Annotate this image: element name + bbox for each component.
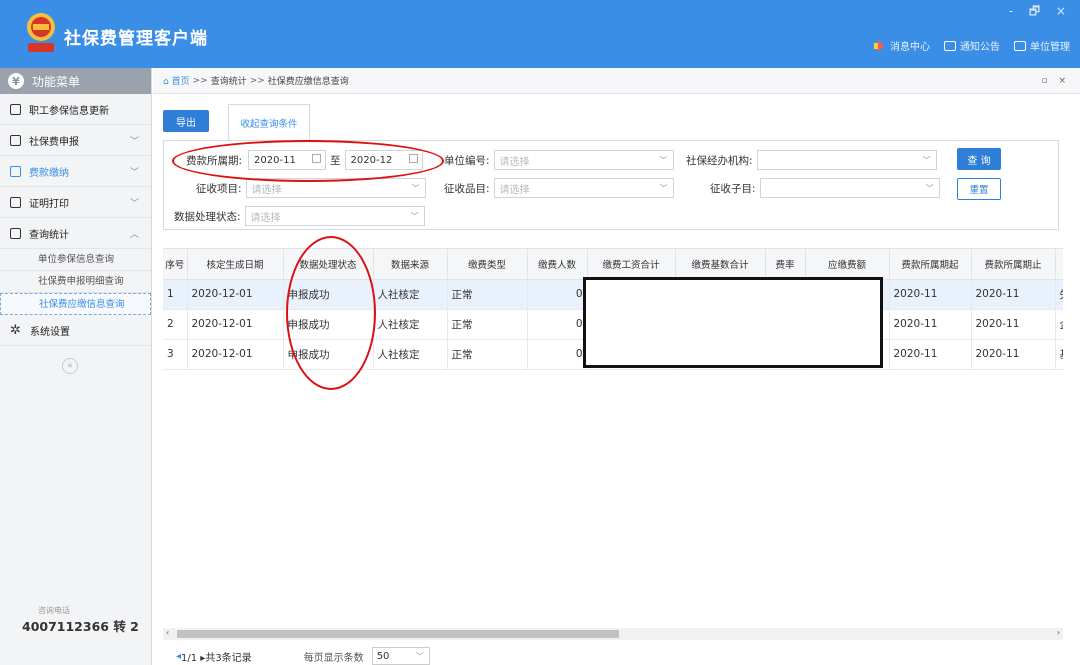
sidebar-item-print[interactable]: 证明打印 ﹀ <box>0 187 151 218</box>
app-header: 社保费管理客户端 - 🗗 × 消息中心 通知公告 单位管理 <box>0 0 1080 68</box>
building-icon <box>1014 40 1026 51</box>
col-header[interactable]: 费款所属期起 <box>889 249 972 280</box>
agency-select[interactable]: ﹀ <box>756 150 937 170</box>
calendar-icon <box>408 154 418 163</box>
pay-icon <box>10 165 21 177</box>
unit-no-field: 单位编号: 请选择 ﹀ <box>444 150 674 170</box>
page-info: 1/1 ▸共3条记录 <box>181 652 252 664</box>
query-button[interactable]: 查 询 <box>957 148 1001 170</box>
submenu-item-declare-detail[interactable]: 社保费申报明细查询 <box>0 271 151 293</box>
header-nav: 消息中心 通知公告 单位管理 <box>874 38 1070 53</box>
agency-field: 社保经办机构: ﹀ <box>686 150 937 170</box>
form-icon <box>10 134 21 146</box>
collection-item-field: 征收项目: 请选择 ﹀ <box>196 178 426 198</box>
collection-item-select[interactable]: 请选择 ﹀ <box>245 178 426 198</box>
collection-subitem-field: 征收子目: ﹀ <box>710 178 940 198</box>
col-header[interactable] <box>1055 249 1063 280</box>
reset-button[interactable]: 重置 <box>957 178 1001 200</box>
speaker-icon <box>874 39 886 52</box>
collection-subitem-select[interactable]: ﹀ <box>759 178 940 198</box>
redaction-box <box>583 277 883 368</box>
breadcrumb-level1[interactable]: 查询统计 <box>211 74 247 87</box>
unit-no-select[interactable]: 请选择 ﹀ <box>493 150 674 170</box>
col-header[interactable]: 缴费基数合计 <box>675 249 766 280</box>
window-controls[interactable]: - 🗗 × <box>1009 2 1072 23</box>
status-field: 数据处理状态: 请选择 ﹀ <box>174 206 425 226</box>
sidebar: ¥ 功能菜单 职工参保信息更新 社保费申报 ﹀ 费款缴纳 ﹀ 证明打印 ﹀ 查询… <box>0 68 152 665</box>
col-header[interactable]: 数据来源 <box>373 249 448 280</box>
collection-category-select[interactable]: 请选择 ﹀ <box>493 178 674 198</box>
col-header[interactable]: 应缴费额 <box>805 249 890 280</box>
pagination: ◂ 1/1 ▸共3条记录 每页显示条数 50 ﹀ <box>176 647 430 665</box>
per-page-select[interactable]: 50 ﹀ <box>371 647 430 665</box>
chevron-down-icon: ﹀ <box>410 212 419 221</box>
sidebar-item-settings[interactable]: ✲ 系统设置 <box>0 315 151 346</box>
submenu-item-unit-info[interactable]: 单位参保信息查询 <box>0 249 151 271</box>
contact-info: 咨询电话 4007112366 转 2 <box>22 605 139 635</box>
sidebar-item-update[interactable]: 职工参保信息更新 <box>0 94 151 125</box>
period-from-input[interactable]: 2020-11 <box>248 150 327 170</box>
collapse-conditions-tab[interactable]: 收起查询条件 <box>228 104 310 140</box>
header-nav-notices[interactable]: 通知公告 <box>944 38 1000 53</box>
col-header[interactable]: 缴费人数 <box>527 249 588 280</box>
sidebar-item-query[interactable]: 查询统计 ︿ <box>0 218 151 249</box>
calendar-icon <box>312 154 322 163</box>
scroll-left-icon[interactable]: ‹ <box>166 628 169 637</box>
collection-category-field: 征收品目: 请选择 ﹀ <box>444 178 674 198</box>
breadcrumb: ⌂ 首页 >> 查询统计 >> 社保费应缴信息查询 ▫ × <box>153 68 1080 94</box>
chevron-down-icon: ﹀ <box>129 167 139 178</box>
chevron-down-icon: ﹀ <box>415 651 424 661</box>
col-header[interactable]: 序号 <box>163 249 188 280</box>
sidebar-header: ¥ 功能菜单 <box>0 68 151 94</box>
contact-phone: 4007112366 转 2 <box>22 619 139 634</box>
submenu-item-payable[interactable]: 社保费应缴信息查询 <box>0 293 151 315</box>
yen-icon: ¥ <box>8 73 24 89</box>
breadcrumb-level2: 社保费应缴信息查询 <box>267 77 349 87</box>
tax-emblem-icon <box>27 13 55 52</box>
submenu-query: 单位参保信息查询 社保费申报明细查询 社保费应缴信息查询 <box>0 249 151 315</box>
chevron-down-icon: ﹀ <box>129 136 139 147</box>
breadcrumb-home[interactable]: ⌂ 首页 <box>163 74 190 87</box>
gear-icon: ✲ <box>10 322 21 338</box>
print-icon <box>10 196 21 208</box>
chevron-down-icon: ﹀ <box>659 156 668 165</box>
period-field: 费款所属期: 2020-11 至 2020-12 <box>186 150 423 170</box>
col-header[interactable]: 费率 <box>765 249 806 280</box>
export-button[interactable]: 导出 <box>163 110 209 132</box>
col-header[interactable]: 缴费工资合计 <box>587 249 676 280</box>
chevron-down-icon: ﹀ <box>129 198 139 209</box>
contact-label: 咨询电话 <box>38 606 70 615</box>
col-header[interactable]: 费款所属期止 <box>971 249 1056 280</box>
status-select[interactable]: 请选择 ﹀ <box>244 206 425 226</box>
chevron-down-icon: ﹀ <box>925 184 934 193</box>
header-nav-unit[interactable]: 单位管理 <box>1014 38 1070 53</box>
chevron-down-icon: ﹀ <box>411 184 420 193</box>
chevron-up-icon: ︿ <box>129 229 139 240</box>
list-icon <box>10 103 21 115</box>
col-header[interactable]: 数据处理状态 <box>283 249 374 280</box>
header-nav-messages[interactable]: 消息中心 <box>874 38 930 53</box>
table-header-row: 序号 核定生成日期 数据处理状态 数据来源 缴费类型 缴费人数 缴费工资合计 缴… <box>163 249 1063 280</box>
scrollbar-thumb[interactable] <box>177 630 619 638</box>
chevron-down-icon: ﹀ <box>922 156 931 165</box>
collapse-sidebar-button[interactable]: « <box>62 358 78 374</box>
horizontal-scrollbar[interactable]: ‹ › <box>163 628 1063 640</box>
mail-icon <box>944 40 956 51</box>
period-to-input[interactable]: 2020-12 <box>344 150 423 170</box>
sidebar-item-declare[interactable]: 社保费申报 ﹀ <box>0 125 151 156</box>
scroll-right-icon[interactable]: › <box>1057 628 1060 637</box>
chevron-down-icon: ﹀ <box>659 184 668 193</box>
app-title: 社保费管理客户端 <box>64 29 208 49</box>
tab-controls[interactable]: ▫ × <box>1041 76 1070 86</box>
chart-icon <box>10 227 21 239</box>
col-header[interactable]: 核定生成日期 <box>187 249 284 280</box>
col-header[interactable]: 缴费类型 <box>447 249 528 280</box>
sidebar-item-pay[interactable]: 费款缴纳 ﹀ <box>0 156 151 187</box>
per-page-label: 每页显示条数 <box>303 652 364 664</box>
